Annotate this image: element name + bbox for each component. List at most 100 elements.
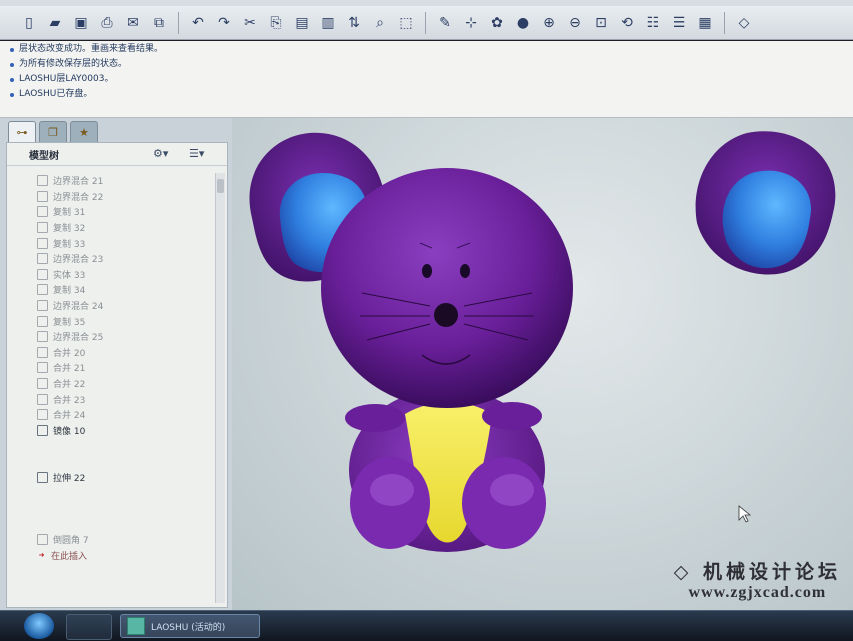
new-icon[interactable]: ▯ [18, 12, 40, 34]
find-icon[interactable]: ⌕ [369, 12, 391, 34]
orient-icon[interactable]: ⟲ [616, 12, 638, 34]
email-icon[interactable]: ✉ [122, 12, 144, 34]
tree-item[interactable] [7, 500, 215, 516]
tree-item[interactable]: 复制 32 [7, 220, 215, 236]
model-tree-header: 模型树 ⚙▾ ☰▾ [7, 143, 227, 166]
tree-item[interactable]: 镜像 10 [7, 423, 215, 439]
toolbar-separator [425, 11, 426, 34]
mouse-body [345, 388, 546, 552]
tree-item-label: 合并 20 [53, 348, 86, 359]
tree-item-label: 边界混合 25 [53, 333, 104, 344]
tree-item[interactable] [7, 438, 215, 454]
toolbar-separator [724, 11, 725, 34]
message-text: LAOSHU已存盘。 [19, 89, 93, 99]
message-text: 为所有修改保存层的状态。 [19, 59, 128, 69]
right-eye [460, 264, 470, 278]
copy-icon[interactable]: ⎘ [265, 12, 287, 34]
task-label: LAOSHU (活动的) [151, 622, 226, 633]
quick-launch[interactable] [66, 614, 112, 640]
message-line: LAOSHU已存盘。 [10, 87, 853, 102]
feature-icon [37, 362, 48, 374]
regenerate-icon[interactable]: ⇅ [343, 12, 365, 34]
feature-icon [37, 175, 48, 187]
model-tree-tab[interactable]: ⊶ [8, 121, 36, 142]
start-button[interactable] [24, 613, 54, 639]
view-manager-icon[interactable]: ▦ [694, 12, 716, 34]
tree-item[interactable]: 实体 33 [7, 267, 215, 283]
task-button[interactable]: LAOSHU (活动的) [120, 614, 260, 638]
graphics-window[interactable]: ◇ 机械设计论坛 www.zgjxcad.com [232, 118, 853, 610]
tree-item[interactable]: 复制 34 [7, 282, 215, 298]
tree-item[interactable]: 合并 22 [7, 376, 215, 392]
folder-browser-tab[interactable]: ❐ [39, 121, 67, 142]
appearance-icon[interactable]: ✿ [486, 12, 508, 34]
tree-item[interactable] [7, 454, 215, 470]
scroll-thumb[interactable] [217, 179, 224, 193]
tree-item[interactable]: 合并 23 [7, 391, 215, 407]
toolbar-separator [178, 11, 179, 34]
named-views-icon[interactable]: ☷ [642, 12, 664, 34]
datum-icon[interactable]: ⊹ [460, 12, 482, 34]
settings-icon[interactable]: ⚙▾ [153, 147, 168, 160]
navigator-panel: ⊶ ❐ ★ 模型树 ⚙▾ ☰▾ 边界混合 21 边界混合 22 复制 31 复制 32… [0, 118, 232, 610]
tree-item[interactable]: 边界混合 25 [7, 329, 215, 345]
tree-item[interactable]: 复制 35 [7, 313, 215, 329]
watermark-url: www.zgjxcad.com [688, 584, 827, 601]
open-icon[interactable]: ▰ [44, 12, 66, 34]
model-tree-scrollbar[interactable] [215, 173, 225, 603]
feature-icon [37, 222, 48, 234]
message-text: 层状态改变成功。重画来查看结果。 [19, 44, 164, 54]
redo-icon[interactable]: ↷ [213, 12, 235, 34]
tree-item[interactable]: 边界混合 21 [7, 173, 215, 189]
tree-item[interactable]: 复制 31 [7, 204, 215, 220]
select-box-icon[interactable]: ⬚ [395, 12, 417, 34]
tree-item-label: 复制 32 [53, 224, 86, 235]
message-line: 层状态改变成功。重画来查看结果。 [10, 42, 853, 57]
tree-item[interactable]: 边界混合 24 [7, 298, 215, 314]
copy-file-icon[interactable]: ⧉ [148, 12, 170, 34]
print-icon[interactable]: ⎙ [96, 12, 118, 34]
paste-icon[interactable]: ▤ [291, 12, 313, 34]
cut-icon[interactable]: ✂ [239, 12, 261, 34]
tree-item[interactable]: 复制 33 [7, 235, 215, 251]
feature-icon [37, 346, 48, 358]
show-menu-icon[interactable]: ☰▾ [189, 147, 204, 160]
paste-special-icon[interactable]: ▥ [317, 12, 339, 34]
tree-item-label: 倒圆角 7 [53, 535, 89, 546]
tree-item[interactable] [7, 516, 215, 532]
tree-item[interactable]: 合并 20 [7, 345, 215, 361]
app-icon [127, 617, 145, 635]
shading-icon[interactable]: ● [512, 12, 534, 34]
tree-item-label: 合并 23 [53, 395, 86, 406]
refit-icon[interactable]: ⊡ [590, 12, 612, 34]
tree-item[interactable] [7, 485, 215, 501]
tree-item-label: 复制 34 [53, 286, 86, 297]
feature-icon [37, 331, 48, 343]
zoom-out-icon[interactable]: ⊖ [564, 12, 586, 34]
sketch-icon[interactable]: ✎ [434, 12, 456, 34]
tree-item-label: 实体 33 [53, 270, 86, 281]
favorites-tab[interactable]: ★ [70, 121, 98, 142]
tree-item[interactable]: 边界混合 23 [7, 251, 215, 267]
layers-icon[interactable]: ☰ [668, 12, 690, 34]
tree-item-label: 边界混合 23 [53, 255, 104, 266]
feature-icon [37, 315, 48, 327]
model-tree-list: 边界混合 21 边界混合 22 复制 31 复制 32 复制 33 边界混合 23 实体 3… [7, 173, 215, 563]
message-area: 层状态改变成功。重画来查看结果。 为所有修改保存层的状态。 LAOSHU层LAY… [0, 41, 853, 118]
tree-item[interactable]: 拉伸 22 [7, 469, 215, 485]
feature-icon [37, 253, 48, 265]
undo-icon[interactable]: ↶ [187, 12, 209, 34]
tree-item[interactable]: 边界混合 22 [7, 189, 215, 205]
insert-here-marker[interactable]: ➜ 在此插入 [7, 547, 215, 563]
zoom-in-icon[interactable]: ⊕ [538, 12, 560, 34]
tree-item-label: 合并 21 [53, 364, 86, 375]
plane-display-icon[interactable]: ◇ [733, 12, 755, 34]
feature-icon [37, 284, 48, 296]
feature-icon [37, 190, 48, 202]
model-viewport[interactable] [232, 118, 853, 610]
tree-item[interactable]: 合并 24 [7, 407, 215, 423]
tree-item[interactable]: 倒圆角 7 [7, 532, 215, 548]
save-icon[interactable]: ▣ [70, 12, 92, 34]
tree-item[interactable]: 合并 21 [7, 360, 215, 376]
message-bullet-icon [10, 77, 14, 82]
